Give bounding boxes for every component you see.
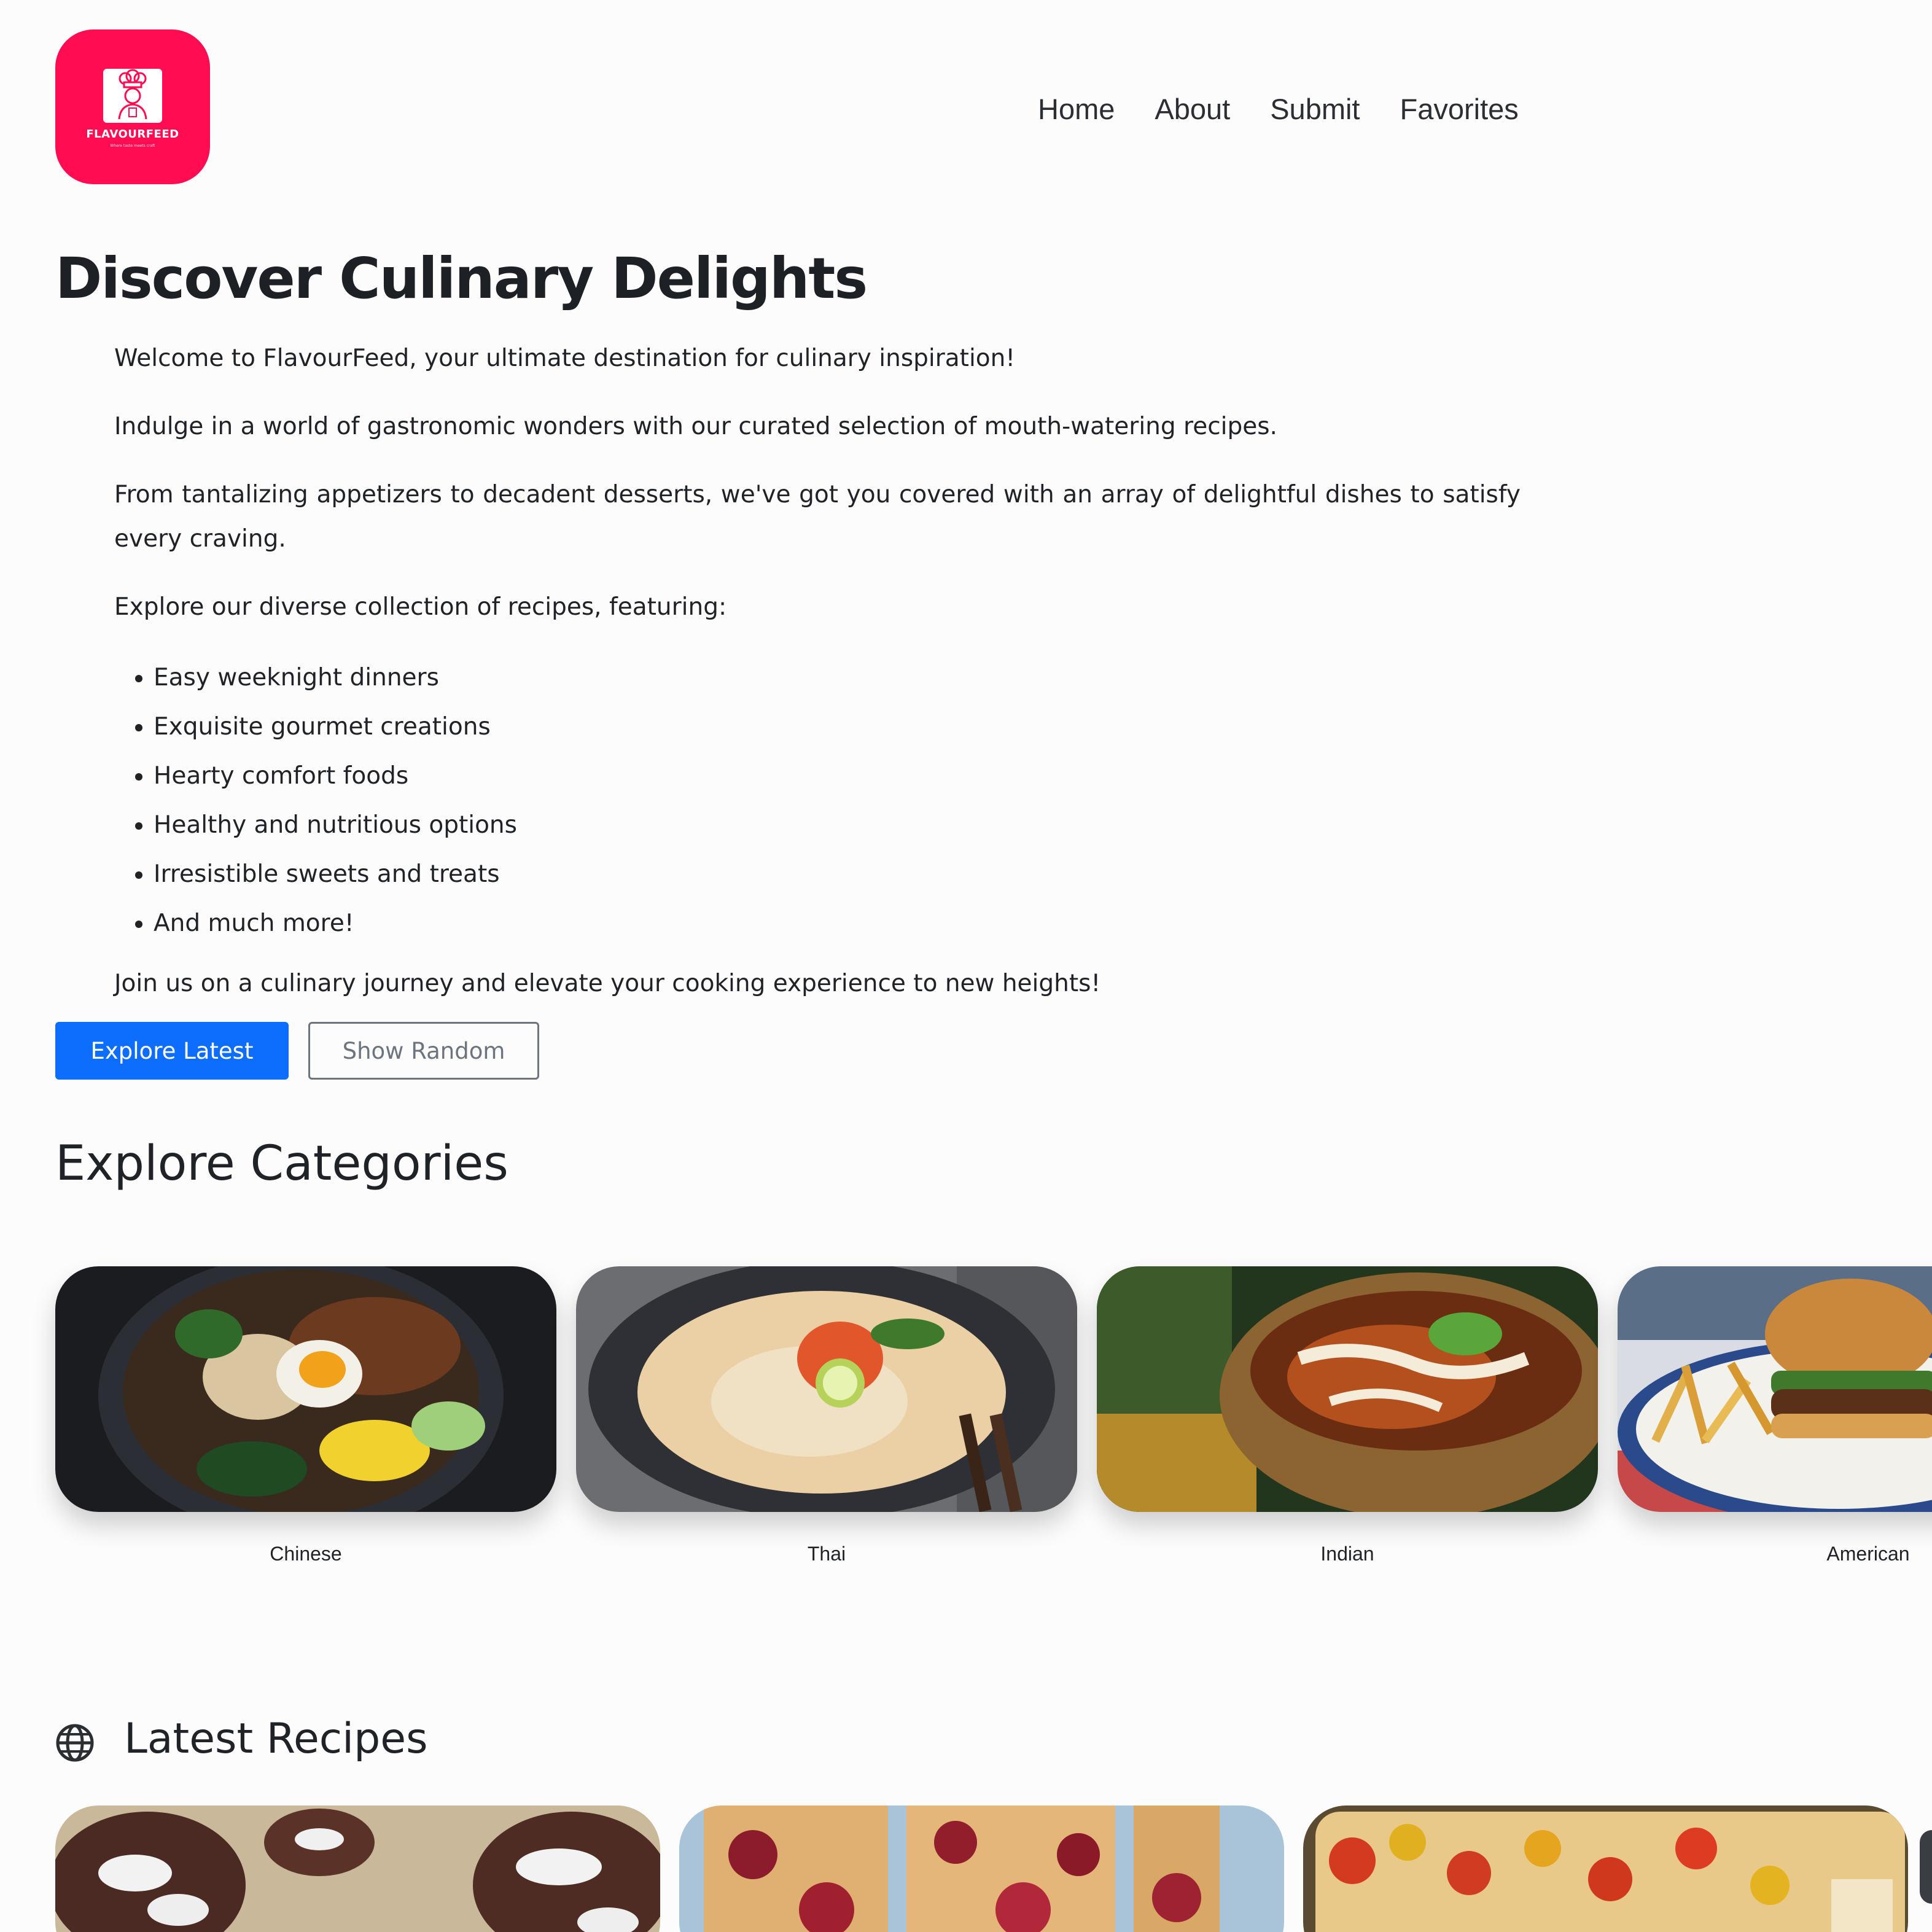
page: FLAVOURFEED Where taste meets craft Home…	[0, 0, 1932, 1932]
main-nav: Home About Submit Favorites	[1038, 92, 1519, 126]
category-card-thai[interactable]	[576, 1266, 1077, 1512]
indian-food-image	[1097, 1266, 1598, 1512]
feature-item: Irresistible sweets and treats	[154, 850, 1521, 899]
recipe-card[interactable]	[679, 1805, 1284, 1932]
feature-item: Exquisite gourmet creations	[154, 703, 1521, 752]
recipe-card[interactable]	[1303, 1805, 1908, 1932]
cookies-image	[55, 1805, 660, 1932]
chef-icon	[103, 69, 162, 123]
globe-icon	[55, 1723, 95, 1763]
nav-favorites[interactable]: Favorites	[1400, 92, 1518, 126]
feature-item: Hearty comfort foods	[154, 752, 1521, 801]
hero-title: Discover Culinary Delights	[55, 246, 868, 311]
explore-latest-button[interactable]: Explore Latest	[55, 1022, 289, 1080]
recipe-card[interactable]	[55, 1805, 660, 1932]
feature-item: Easy weeknight dinners	[154, 653, 1521, 703]
nav-home[interactable]: Home	[1038, 92, 1115, 126]
categories-title: Explore Categories	[55, 1136, 508, 1191]
category-label-indian[interactable]: Indian	[1097, 1543, 1598, 1565]
chinese-food-image	[55, 1266, 556, 1512]
category-label-thai[interactable]: Thai	[576, 1543, 1077, 1565]
plum-tart-image	[679, 1805, 1284, 1932]
nav-about[interactable]: About	[1155, 92, 1230, 126]
nav-submit[interactable]: Submit	[1270, 92, 1360, 126]
category-label-chinese[interactable]: Chinese	[55, 1543, 556, 1565]
american-food-image	[1618, 1266, 1932, 1512]
feature-item: And much more!	[154, 899, 1521, 948]
feature-list: Easy weeknight dinners Exquisite gourmet…	[114, 653, 1521, 948]
latest-recipes-title: Latest Recipes	[124, 1715, 428, 1763]
logo-tagline: Where taste meets craft	[110, 144, 155, 148]
show-random-button[interactable]: Show Random	[308, 1022, 539, 1080]
thai-food-image	[576, 1266, 1077, 1512]
hero-intro: Welcome to FlavourFeed, your ultimate de…	[114, 345, 1016, 372]
feature-item: Healthy and nutritious options	[154, 801, 1521, 850]
hero-paragraph: From tantalizing appetizers to decadent …	[114, 481, 1521, 553]
category-label-american[interactable]: American	[1618, 1543, 1932, 1565]
focaccia-image	[1303, 1805, 1908, 1932]
category-card-american[interactable]	[1618, 1266, 1932, 1512]
brand-logo[interactable]: FLAVOURFEED Where taste meets craft	[55, 29, 210, 184]
recipe-card-partial[interactable]	[1920, 1830, 1932, 1904]
category-card-chinese[interactable]	[55, 1266, 556, 1512]
hero-closing: Join us on a culinary journey and elevat…	[114, 970, 1101, 997]
hero-paragraph: Indulge in a world of gastronomic wonder…	[114, 413, 1277, 440]
hero-paragraph: Explore our diverse collection of recipe…	[114, 593, 727, 621]
logo-text: FLAVOURFEED	[86, 128, 179, 141]
category-card-indian[interactable]	[1097, 1266, 1598, 1512]
hero-body: Welcome to FlavourFeed, your ultimate de…	[114, 337, 1521, 1030]
